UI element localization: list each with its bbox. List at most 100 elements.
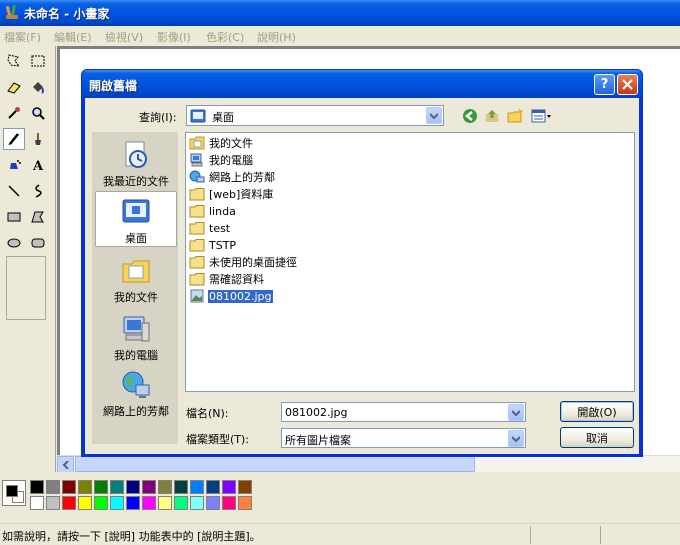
palette-swatch[interactable]	[46, 480, 60, 494]
fill-bucket-icon[interactable]	[27, 76, 49, 98]
palette-swatch[interactable]	[238, 480, 252, 494]
look-in-dropdown-button[interactable]	[426, 107, 442, 124]
place-my-documents[interactable]: 我的文件	[93, 251, 179, 307]
filetype-label: 檔案類型(T):	[186, 433, 250, 446]
palette-swatch[interactable]	[110, 480, 124, 494]
dialog-body: 查詢(I): 桌面 我最近的文件 桌面 我的文件 我的電腦 網路上的芳鄰 我的文…	[85, 98, 639, 454]
line-tool-icon[interactable]	[3, 180, 25, 202]
view-menu-button[interactable]	[530, 107, 554, 125]
palette-swatch[interactable]	[238, 496, 252, 510]
palette-swatch[interactable]	[206, 480, 220, 494]
menu-image[interactable]: 影像(I)	[157, 29, 191, 45]
cancel-button[interactable]: 取消	[560, 427, 634, 448]
up-folder-button[interactable]	[483, 107, 501, 125]
place-network[interactable]: 網路上的芳鄰	[93, 365, 179, 421]
palette-swatch[interactable]	[174, 480, 188, 494]
palette-swatch[interactable]	[94, 496, 108, 510]
current-colors[interactable]	[2, 480, 26, 506]
menu-view[interactable]: 檢視(V)	[105, 29, 143, 45]
file-list[interactable]: 我的文件 我的電腦 網路上的芳鄰 [web]資料庫 linda test TST…	[185, 132, 635, 392]
palette-swatch[interactable]	[190, 480, 204, 494]
resize-grip-icon[interactable]: ⋰	[627, 442, 637, 452]
airbrush-icon[interactable]	[3, 154, 25, 176]
color-picker-icon[interactable]	[3, 102, 25, 124]
palette-swatch[interactable]	[62, 480, 76, 494]
filetype-dropdown[interactable]: 所有圖片檔案	[281, 428, 526, 448]
file-item[interactable]: TSTP	[189, 237, 237, 253]
place-my-computer[interactable]: 我的電腦	[93, 309, 179, 365]
dialog-titlebar[interactable]: 開啟舊檔 ?	[82, 70, 642, 98]
dialog-title: 開啟舊檔	[89, 79, 138, 93]
back-button[interactable]	[461, 107, 479, 125]
file-item-selected[interactable]: 081002.jpg	[189, 288, 273, 304]
help-icon: ?	[600, 77, 609, 92]
place-recent-documents[interactable]: 我最近的文件	[93, 135, 179, 191]
curve-tool-icon[interactable]	[27, 180, 49, 202]
menu-edit[interactable]: 編輯(E)	[54, 29, 92, 45]
filename-combobox[interactable]: 081002.jpg	[281, 402, 526, 422]
palette-swatch[interactable]	[110, 496, 124, 510]
tool-options-box[interactable]	[6, 256, 46, 320]
filetype-dropdown-button[interactable]	[508, 430, 524, 447]
file-item[interactable]: 需確認資料	[189, 271, 265, 287]
palette-swatch[interactable]	[206, 496, 220, 510]
rounded-rectangle-tool-icon[interactable]	[27, 232, 49, 254]
palette-swatch[interactable]	[30, 496, 44, 510]
file-item[interactable]: 網路上的芳鄰	[189, 169, 276, 185]
eraser-icon[interactable]	[3, 76, 25, 98]
text-tool-icon[interactable]: A	[27, 154, 49, 176]
look-in-dropdown[interactable]: 桌面	[186, 105, 444, 126]
scroll-left-button[interactable]	[57, 456, 74, 473]
window-title: 未命名 - 小畫家	[24, 7, 110, 21]
palette-swatch[interactable]	[222, 496, 236, 510]
file-item[interactable]: 我的電腦	[189, 152, 254, 168]
file-item[interactable]: 我的文件	[189, 135, 254, 151]
my-computer-icon	[123, 316, 150, 342]
filename-dropdown-button[interactable]	[508, 404, 524, 421]
folder-icon	[189, 188, 205, 201]
free-form-select-icon[interactable]	[3, 50, 25, 72]
palette-swatch[interactable]	[222, 480, 236, 494]
close-button[interactable]	[617, 74, 638, 95]
pencil-icon[interactable]	[3, 128, 25, 150]
palette-swatch[interactable]	[190, 496, 204, 510]
menu-help[interactable]: 說明(H)	[257, 29, 296, 45]
rectangle-tool-icon[interactable]	[3, 206, 25, 228]
menu-colors[interactable]: 色彩(C)	[206, 29, 244, 45]
palette-swatch[interactable]	[30, 480, 44, 494]
polygon-tool-icon[interactable]	[27, 206, 49, 228]
help-button[interactable]: ?	[594, 74, 615, 95]
open-button[interactable]: 開啟(O)	[560, 401, 634, 422]
new-folder-button[interactable]	[506, 107, 524, 125]
palette-swatch[interactable]	[94, 480, 108, 494]
magnifier-icon[interactable]	[27, 102, 49, 124]
horizontal-scrollbar[interactable]	[57, 455, 680, 473]
rectangle-select-icon[interactable]	[27, 50, 49, 72]
back-arrow-icon	[463, 109, 477, 123]
file-item[interactable]: [web]資料庫	[189, 186, 274, 202]
palette-swatch[interactable]	[126, 496, 140, 510]
palette-swatch[interactable]	[62, 496, 76, 510]
palette-swatch[interactable]	[46, 496, 60, 510]
place-desktop[interactable]: 桌面	[95, 191, 177, 247]
scroll-thumb[interactable]	[75, 456, 475, 472]
folder-icon	[189, 205, 205, 218]
palette-swatch[interactable]	[142, 496, 156, 510]
filetype-value: 所有圖片檔案	[285, 434, 351, 447]
ellipse-tool-icon[interactable]	[3, 232, 25, 254]
place-label: 我最近的文件	[103, 175, 169, 188]
palette-swatch[interactable]	[78, 480, 92, 494]
palette-swatch[interactable]	[174, 496, 188, 510]
places-bar: 我最近的文件 桌面 我的文件 我的電腦 網路上的芳鄰	[92, 132, 178, 444]
palette-swatch[interactable]	[126, 480, 140, 494]
menu-file[interactable]: 檔案(F)	[4, 29, 41, 45]
palette-swatch[interactable]	[158, 480, 172, 494]
palette-swatch[interactable]	[158, 496, 172, 510]
file-item[interactable]: 未使用的桌面捷徑	[189, 254, 298, 270]
file-item[interactable]: linda	[189, 203, 237, 219]
palette-swatch[interactable]	[78, 496, 92, 510]
file-item[interactable]: test	[189, 220, 231, 236]
palette-swatch[interactable]	[142, 480, 156, 494]
window-titlebar[interactable]: 未命名 - 小畫家	[0, 0, 680, 26]
brush-icon[interactable]	[27, 128, 49, 150]
